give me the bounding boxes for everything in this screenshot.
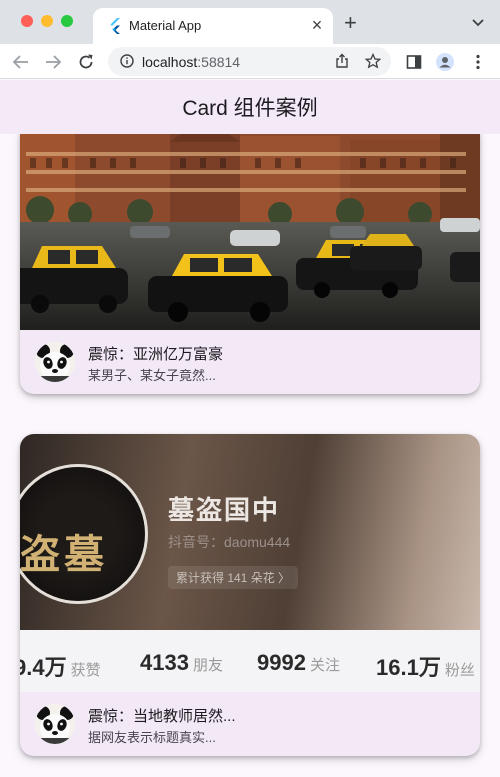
profile-likes-badge: 累计获得 141 朵花 〉 — [168, 566, 299, 589]
window-maximize-button[interactable] — [61, 15, 73, 27]
sidebar-icon[interactable] — [404, 52, 424, 72]
card-1-info: 震惊：亚洲亿万富豪 某男子、某女子竟然... — [20, 330, 480, 394]
card-1-title: 震惊：亚洲亿万富豪 — [88, 346, 224, 363]
browser-tab-bar: Material App × + — [0, 0, 500, 44]
card-2-subtitle: 据网友表示标题真实... — [88, 730, 216, 745]
profile-handle: 抖音号：daomu444 — [168, 534, 291, 550]
address-bar[interactable]: localhost:58814 — [108, 47, 391, 76]
card-list[interactable]: 震惊：亚洲亿万富豪 某男子、某女子竟然... 盗墓 墓盗国中 抖音号：daomu… — [0, 134, 500, 777]
stat-followers: 16.1万 粉丝 — [376, 655, 475, 680]
star-icon[interactable] — [365, 53, 381, 69]
more-vert-icon[interactable] — [468, 52, 488, 72]
forward-arrow-icon[interactable] — [43, 52, 63, 72]
card-2-info: 震惊：当地教师居然... 据网友表示标题真实... — [20, 692, 480, 756]
url-text[interactable]: localhost:58814 — [142, 54, 240, 70]
profile-logo-text: 盗墓 — [20, 531, 108, 578]
card-2[interactable]: 盗墓 墓盗国中 抖音号：daomu444 累计获得 141 朵花 〉 9.4万获… — [20, 434, 480, 756]
profile-name: 墓盗国中 — [168, 495, 281, 525]
reload-icon[interactable] — [76, 52, 96, 72]
stat-following: 9992 关注 — [257, 650, 340, 675]
panda-avatar-icon — [35, 342, 75, 382]
browser-tab[interactable]: Material App × — [93, 8, 333, 44]
profile-icon[interactable] — [435, 52, 455, 72]
window-close-button[interactable] — [21, 15, 33, 27]
new-tab-button[interactable]: + — [344, 12, 357, 34]
share-icon[interactable] — [334, 53, 350, 69]
card-2-title: 震惊：当地教师居然... — [88, 708, 236, 725]
page-title: Card 组件案例 — [182, 97, 318, 120]
window-minimize-button[interactable] — [41, 15, 53, 27]
stat-likes: 9.4万 获赞 — [20, 655, 101, 680]
flutter-icon — [110, 18, 120, 34]
card-2-image: 盗墓 墓盗国中 抖音号：daomu444 累计获得 141 朵花 〉 9.4万获… — [20, 434, 480, 692]
tab-title: Material App — [129, 18, 202, 33]
card-1[interactable]: 震惊：亚洲亿万富豪 某男子、某女子竟然... — [20, 134, 480, 394]
info-icon[interactable] — [120, 54, 134, 68]
panda-avatar-icon — [35, 704, 75, 744]
street-scene-image — [20, 134, 480, 330]
profile-stats: 9.4万 获赞 4133 朋友 9992 关注 16.1万 粉丝 — [20, 630, 480, 692]
stat-friends: 4133 朋友 — [140, 650, 223, 675]
card-1-subtitle: 某男子、某女子竟然... — [88, 368, 216, 383]
chevron-down-icon[interactable] — [470, 14, 486, 30]
close-tab-icon[interactable]: × — [309, 16, 325, 34]
browser-toolbar: localhost:58814 — [0, 44, 500, 79]
back-arrow-icon[interactable] — [11, 52, 31, 72]
card-1-image — [20, 134, 480, 330]
app-bar: Card 组件案例 — [0, 80, 500, 134]
